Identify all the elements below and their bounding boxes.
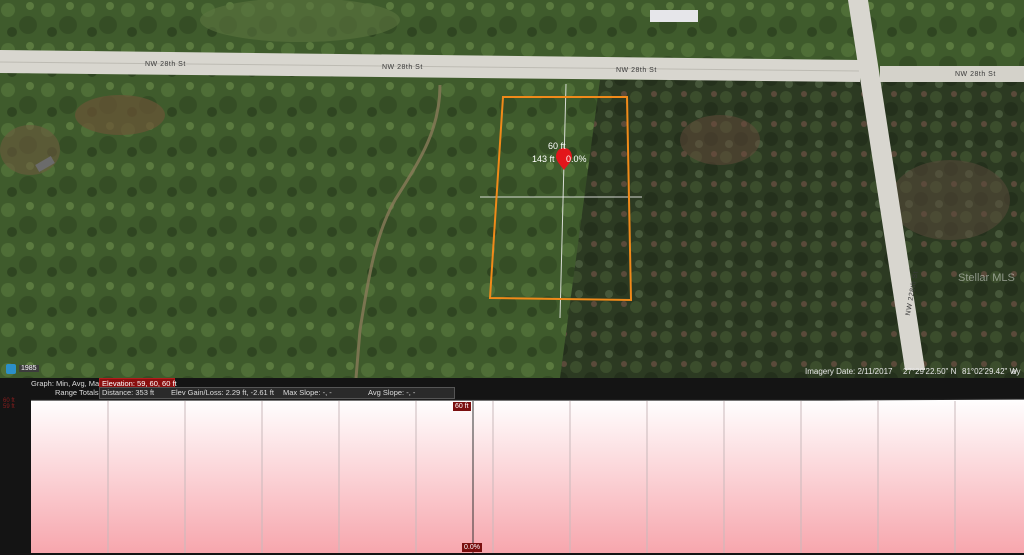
road-label: NW 28th St [955,71,996,78]
latitude: 27°29'22.50" N [903,367,957,376]
road-label: NW 28th St [145,61,186,68]
profile-area [31,399,1024,553]
elevation-profile-panel: Graph: Min, Avg, Max Elevation: 59, 60, … [0,378,1024,555]
elevation-profile-graph[interactable] [31,396,1024,553]
y-axis-bottom-label: 59 ft [3,404,15,410]
graph-label: Graph: Min, Avg, Max [31,379,103,388]
road-label: NW 28th St [616,67,657,74]
marker-distance-label: 143 ft [532,154,555,164]
satellite-map[interactable]: NW 28th St NW 28th St NW 28th St NW 28th… [0,0,1024,378]
marker-slope-label: 0.0% [566,154,587,164]
longitude: 81°02'29.42" W [962,367,1018,376]
road-label: NW 28th St [382,64,423,71]
status-bar: Imagery Date: 2/11/2017 27°29'22.50" N 8… [0,365,1024,379]
marker-elevation-label: 60 ft [548,141,566,151]
profile-line [31,398,1024,401]
map-imagery [0,0,1024,378]
eye-altitude: ey [1012,367,1021,376]
imagery-date: Imagery Date: 2/11/2017 [805,367,893,376]
watermark: Stellar MLS [958,272,1015,284]
cursor-slope-label: 0.0% [462,543,482,552]
cursor-elevation-label: 60 ft [453,402,471,411]
